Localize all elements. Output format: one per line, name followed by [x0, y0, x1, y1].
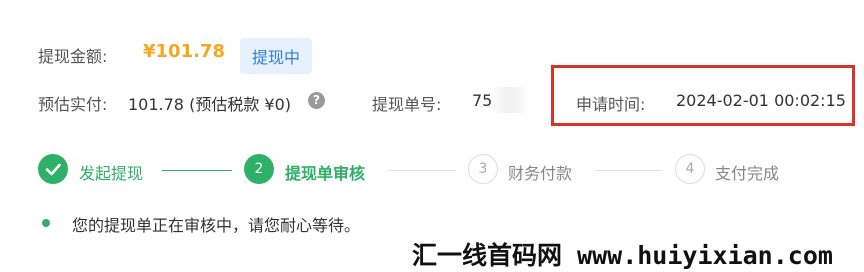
status-dot	[42, 219, 50, 227]
step-connector-3	[595, 170, 662, 171]
step-connector-1	[162, 170, 232, 171]
step-2-circle: 2	[244, 154, 274, 184]
watermark-text: 汇一线首码网 www.huiyixian.com	[412, 241, 833, 270]
status-badge: 提现中	[240, 38, 313, 74]
step-3-label: 财务付款	[508, 164, 573, 183]
status-message: 您的提现单正在审核中，请您耐心等待。	[72, 216, 361, 235]
estimated-payment-label: 预估实付:	[38, 95, 108, 114]
order-number-value: 75	[472, 91, 493, 110]
step-1-label: 发起提现	[79, 164, 144, 183]
step-4-circle: 4	[675, 154, 705, 184]
apply-time-value: 2024-02-01 00:02:15	[676, 91, 846, 110]
step-2-label: 提现单审核	[285, 164, 366, 183]
amount-label: 提现金额:	[38, 47, 108, 66]
amount-value: ¥101.78	[143, 41, 225, 62]
order-number-label: 提现单号:	[372, 95, 442, 114]
step-3-circle: 3	[468, 154, 498, 184]
question-icon[interactable]: ?	[308, 92, 325, 109]
order-number-redaction	[494, 87, 528, 113]
step-connector-2	[388, 170, 456, 171]
step-4-label: 支付完成	[715, 164, 780, 183]
step-1-check-icon	[38, 154, 68, 184]
apply-time-label: 申请时间:	[576, 95, 646, 114]
estimated-payment-value: 101.78 (预估税款 ¥0)	[128, 95, 292, 114]
